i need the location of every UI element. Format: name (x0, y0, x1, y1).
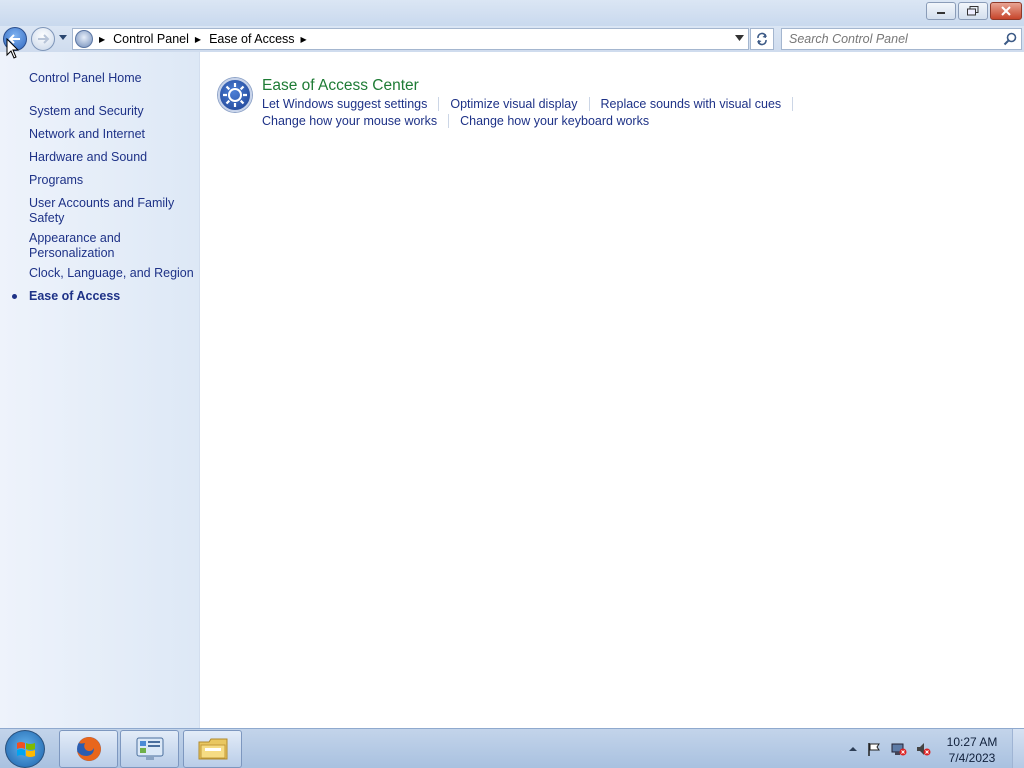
control-panel-icon (75, 30, 93, 48)
clock-time: 10:27 AM (946, 735, 998, 749)
forward-button[interactable] (31, 27, 55, 51)
optimize-visual-display-link[interactable]: Optimize visual display (450, 97, 577, 111)
restore-icon (967, 6, 979, 16)
start-button[interactable] (5, 730, 45, 768)
sidebar-item-system-and-security[interactable]: System and Security (29, 104, 194, 119)
link-divider (792, 97, 794, 111)
task-links-row-1: Let Windows suggest settings Optimize vi… (262, 97, 804, 111)
search-input[interactable] (789, 30, 1003, 48)
ease-of-access-symbol-icon (223, 83, 247, 107)
recent-pages-dropdown-icon[interactable] (58, 34, 68, 42)
change-keyboard-link[interactable]: Change how your keyboard works (460, 114, 649, 128)
refresh-icon (757, 32, 767, 46)
sidebar-item-ease-of-access: Ease of Access (29, 289, 121, 303)
link-divider (448, 114, 450, 128)
title-bar (0, 0, 1024, 26)
show-desktop-button[interactable] (1012, 729, 1024, 768)
close-button[interactable] (990, 2, 1022, 20)
breadcrumb-ease-of-access[interactable]: Ease of Access (209, 32, 294, 46)
volume-muted-icon[interactable] (915, 741, 931, 757)
breadcrumb-control-panel[interactable]: Control Panel (113, 32, 189, 46)
sidebar-item-programs[interactable]: Programs (29, 173, 194, 188)
clock-date: 7/4/2023 (948, 751, 996, 765)
mouse-cursor-icon (6, 38, 20, 59)
ease-of-access-center-link[interactable]: Ease of Access Center (262, 77, 419, 95)
windows-logo-icon (17, 742, 35, 757)
minimize-icon (937, 12, 945, 14)
forward-arrow-icon (38, 34, 50, 44)
let-windows-suggest-settings-link[interactable]: Let Windows suggest settings (262, 97, 427, 111)
link-divider (588, 97, 590, 111)
system-clock[interactable]: 10:27 AM 7/4/2023 (935, 734, 1009, 766)
taskbar-control-panel-button[interactable] (120, 730, 179, 768)
sidebar-item-control-panel-home[interactable]: Control Panel Home (29, 71, 194, 86)
breadcrumb-separator-icon[interactable]: ▶ (195, 35, 201, 44)
left-navigation-pane: Control Panel Home System and Security N… (0, 52, 200, 728)
taskbar-firefox-button[interactable] (59, 730, 118, 768)
control-panel-taskbar-icon (136, 737, 163, 760)
search-box[interactable] (781, 28, 1022, 50)
window-controls (924, 2, 1022, 20)
breadcrumb-separator-icon[interactable]: ▶ (301, 35, 307, 44)
taskbar: 10:27 AM 7/4/2023 (0, 728, 1024, 768)
task-links-row-2: Change how your mouse works Change how y… (262, 114, 649, 128)
sidebar-item-network-and-internet[interactable]: Network and Internet (29, 127, 194, 142)
ease-of-access-icon[interactable] (218, 78, 252, 112)
change-mouse-link[interactable]: Change how your mouse works (262, 114, 437, 128)
restore-button[interactable] (958, 2, 988, 20)
search-icon[interactable] (1003, 32, 1017, 46)
main-content: Ease of Access Center Let Windows sugges… (201, 52, 1024, 728)
sidebar-item-user-accounts[interactable]: User Accounts and Family Safety (29, 196, 179, 226)
sidebar-item-appearance[interactable]: Appearance and Personalization (29, 231, 129, 261)
sidebar-item-hardware-and-sound[interactable]: Hardware and Sound (29, 150, 194, 165)
close-icon (1001, 6, 1011, 16)
sidebar-item-clock-language-region[interactable]: Clock, Language, and Region (29, 266, 194, 281)
link-divider (438, 97, 440, 111)
windows-explorer-icon (198, 738, 227, 760)
refresh-button[interactable] (750, 28, 774, 50)
address-bar[interactable]: ▶ Control Panel ▶ Ease of Access ▶ (72, 28, 749, 50)
replace-sounds-link[interactable]: Replace sounds with visual cues (601, 97, 782, 111)
breadcrumb-separator-icon[interactable]: ▶ (99, 35, 105, 44)
current-page-bullet-icon (12, 294, 17, 299)
taskbar-explorer-button[interactable] (183, 730, 242, 768)
action-center-flag-icon[interactable] (866, 741, 882, 757)
address-dropdown-icon[interactable] (735, 35, 744, 41)
network-disconnected-icon[interactable] (891, 741, 907, 757)
show-hidden-icons-icon[interactable] (845, 741, 861, 757)
firefox-icon (76, 737, 101, 761)
navigation-bar: ▶ Control Panel ▶ Ease of Access ▶ (0, 26, 1024, 52)
minimize-button[interactable] (926, 2, 956, 20)
